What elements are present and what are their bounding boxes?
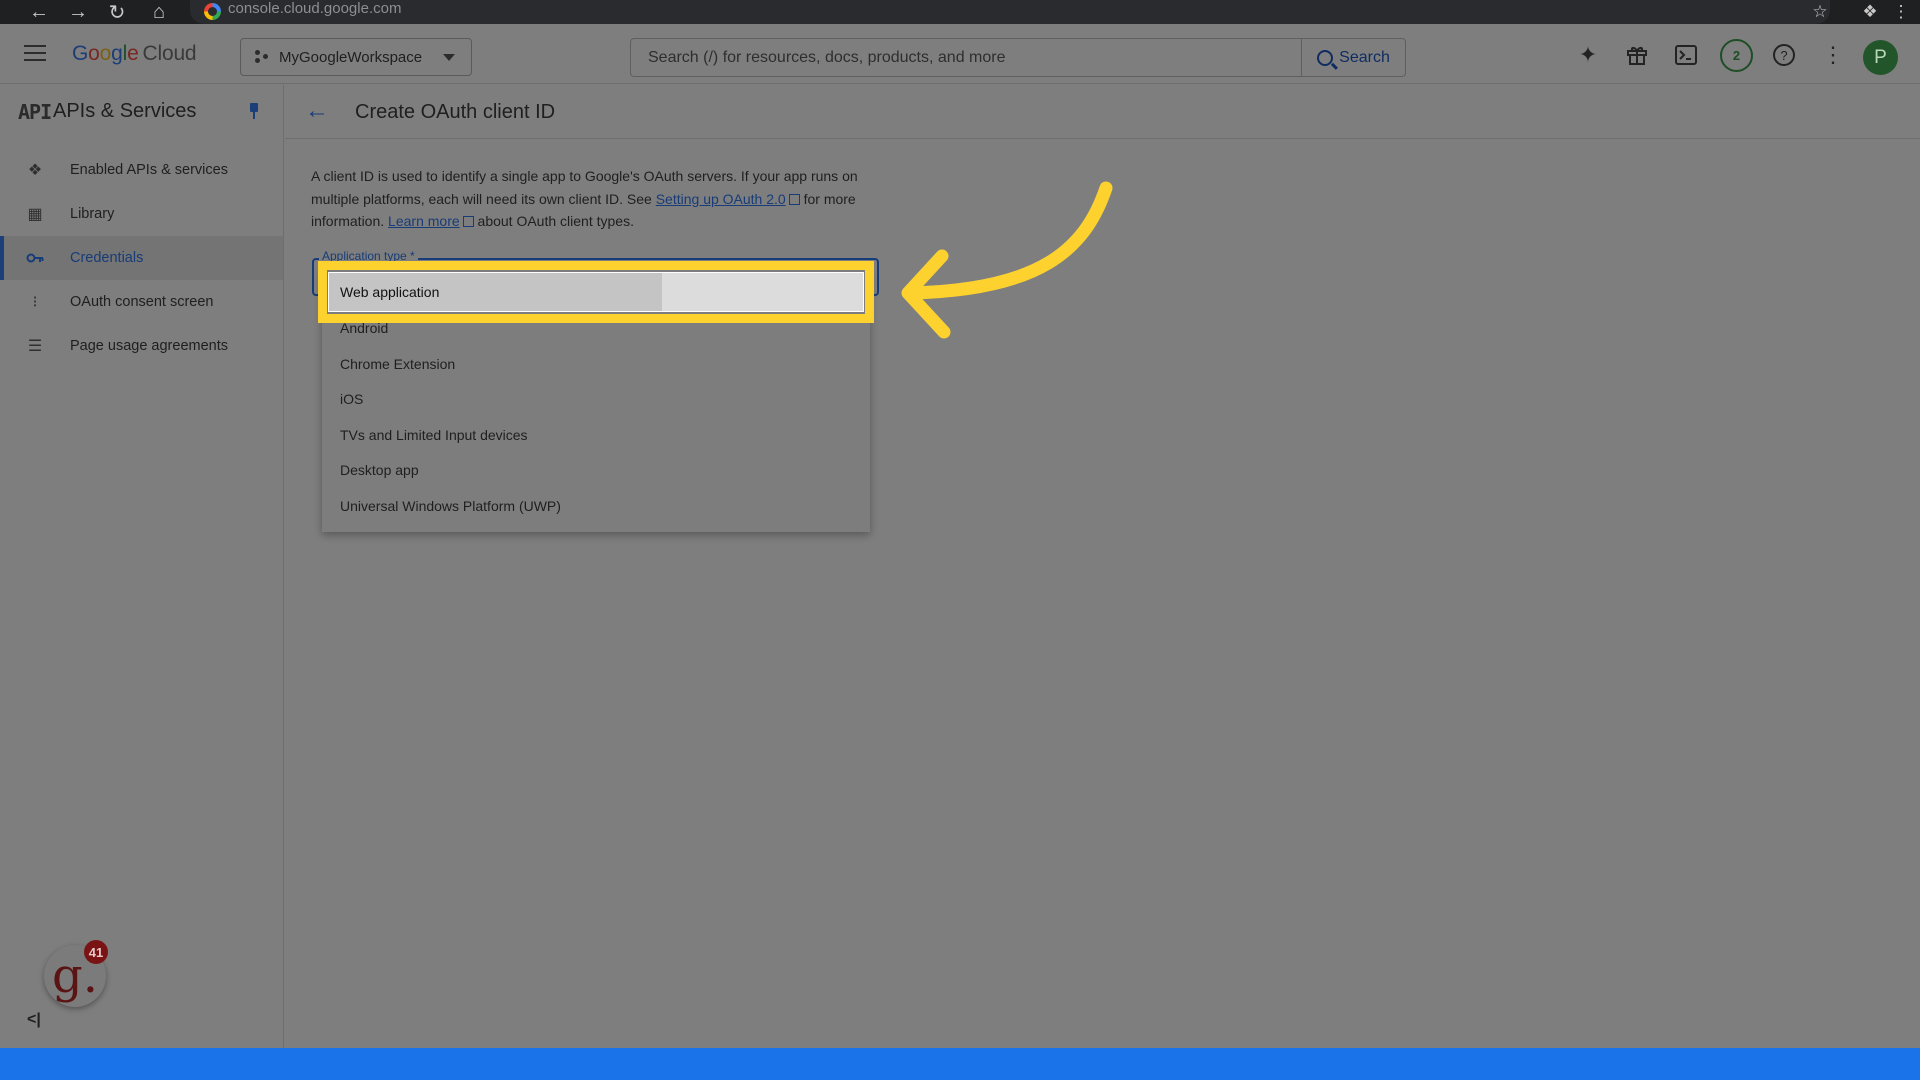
library-grid-icon: ▦ bbox=[27, 206, 43, 223]
sidebar-title: APIs & Services bbox=[53, 100, 197, 122]
star-icon[interactable]: ☆ bbox=[1805, 0, 1835, 24]
bottom-status-bar bbox=[0, 1048, 1920, 1080]
diamond-dots-icon: ❖ bbox=[27, 162, 43, 179]
option-uwp[interactable]: Universal Windows Platform (UWP) bbox=[340, 498, 561, 514]
page-title: Create OAuth client ID bbox=[355, 101, 556, 123]
app-header: GoogleCloud MyGoogleWorkspace Search ✦ 2… bbox=[0, 24, 1920, 84]
project-icon bbox=[255, 50, 269, 64]
option-ios[interactable]: iOS bbox=[340, 391, 363, 407]
annotation-arrow-icon bbox=[901, 181, 1113, 339]
search-icon bbox=[1317, 49, 1334, 66]
learn-more-link[interactable]: Learn more bbox=[388, 213, 460, 229]
page-header: ← Create OAuth client ID bbox=[285, 85, 1920, 139]
notifications-badge[interactable]: 2 bbox=[1720, 39, 1753, 72]
svg-text:?: ? bbox=[1780, 48, 1787, 63]
sidebar-item-library[interactable]: ▦ Library bbox=[0, 192, 283, 236]
address-url[interactable]: console.cloud.google.com bbox=[228, 0, 401, 24]
back-arrow-icon[interactable]: ← bbox=[305, 97, 329, 125]
description-text: A client ID is used to identify a single… bbox=[311, 168, 858, 229]
project-name: MyGoogleWorkspace bbox=[279, 48, 423, 66]
option-chrome-extension[interactable]: Chrome Extension bbox=[340, 356, 455, 372]
option-tvs-limited-input[interactable]: TVs and Limited Input devices bbox=[340, 427, 528, 443]
reload-icon[interactable]: ↻ bbox=[102, 0, 132, 24]
sidebar-item-enabled-apis[interactable]: ❖ Enabled APIs & services bbox=[0, 148, 283, 192]
search-button[interactable]: Search bbox=[1301, 39, 1405, 76]
pin-icon[interactable] bbox=[248, 103, 260, 119]
hamburger-menu-icon[interactable] bbox=[24, 45, 46, 61]
search-bar: Search bbox=[630, 38, 1406, 77]
setting-up-oauth-link[interactable]: Setting up OAuth 2.0 bbox=[656, 191, 786, 207]
browser-toolbar: ← → ↻ ⌂ console.cloud.google.com ☆ ❖ ⋮ bbox=[0, 0, 1920, 24]
chevron-down-icon bbox=[443, 54, 455, 61]
sidebar: API APIs & Services ❖ Enabled APIs & ser… bbox=[0, 85, 284, 1048]
collapse-sidebar-icon[interactable]: <| bbox=[27, 1011, 41, 1029]
home-icon[interactable]: ⌂ bbox=[144, 0, 174, 24]
guidde-badge: 41 bbox=[84, 940, 108, 964]
external-link-icon bbox=[462, 216, 474, 227]
option-web-application-label: Web application bbox=[340, 284, 440, 300]
gemini-sparkle-icon[interactable]: ✦ bbox=[1571, 38, 1605, 72]
sidebar-item-oauth-consent[interactable]: ⁝ OAuth consent screen bbox=[0, 280, 283, 324]
cloud-shell-icon[interactable] bbox=[1669, 38, 1703, 72]
gift-icon[interactable] bbox=[1620, 38, 1654, 72]
api-logo-icon: API bbox=[18, 100, 52, 124]
puzzle-icon[interactable]: ❖ bbox=[1855, 0, 1885, 24]
project-selector[interactable]: MyGoogleWorkspace bbox=[240, 38, 472, 76]
option-desktop-app[interactable]: Desktop app bbox=[340, 462, 419, 478]
external-link-icon bbox=[788, 193, 800, 205]
back-arrow-icon[interactable]: ← bbox=[24, 0, 54, 24]
site-icon bbox=[204, 3, 221, 20]
kebab-icon[interactable]: ⋮ bbox=[1886, 0, 1916, 24]
more-options-icon[interactable]: ⋮ bbox=[1816, 38, 1850, 72]
search-input[interactable] bbox=[631, 39, 1301, 76]
consent-icon: ⁝ bbox=[32, 294, 38, 311]
google-cloud-logo[interactable]: Google Cloud bbox=[72, 42, 197, 66]
key-icon bbox=[0, 252, 70, 264]
sidebar-item-credentials[interactable]: Credentials bbox=[0, 236, 283, 280]
avatar[interactable]: P bbox=[1863, 40, 1898, 75]
address-bar[interactable] bbox=[190, 0, 1830, 24]
settings-list-icon: ☰ bbox=[27, 338, 43, 355]
sidebar-item-page-usage[interactable]: ☰ Page usage agreements bbox=[0, 324, 283, 368]
help-icon[interactable]: ? bbox=[1767, 38, 1801, 72]
forward-arrow-icon[interactable]: → bbox=[63, 0, 93, 24]
